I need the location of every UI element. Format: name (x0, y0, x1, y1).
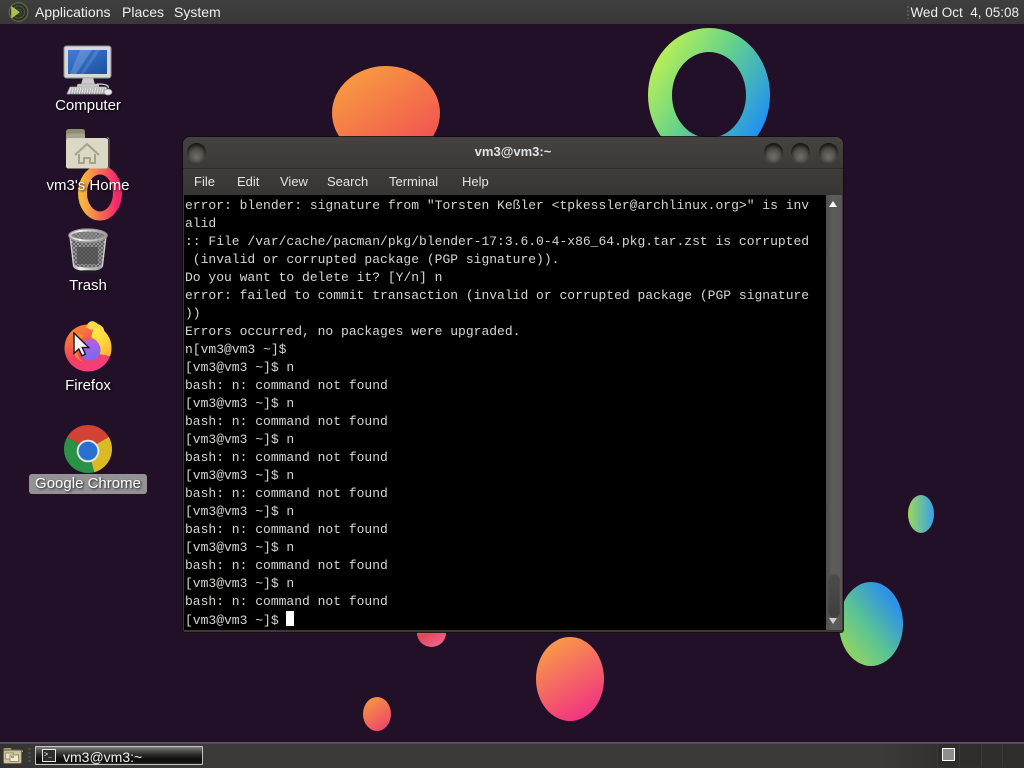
svg-text:>_: >_ (44, 752, 52, 760)
